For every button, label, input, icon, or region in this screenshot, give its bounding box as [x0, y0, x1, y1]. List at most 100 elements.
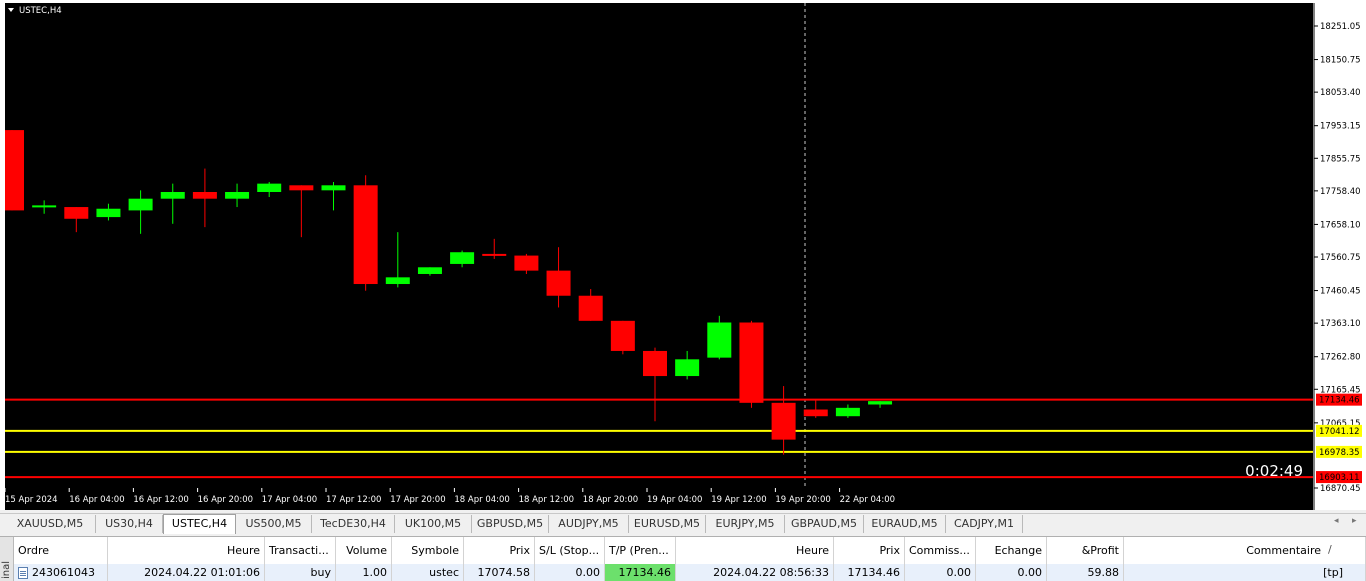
col-header-volume[interactable]: Volume — [336, 537, 392, 564]
chart-tab-xauusd-m5[interactable]: XAUUSD,M5 — [5, 515, 96, 533]
price-tick-label: 18150.75 — [1320, 56, 1361, 66]
price-tick-label: 18251.05 — [1320, 22, 1361, 32]
chart-tab-ustec-h4[interactable]: USTEC,H4 — [163, 514, 236, 534]
time-tick-label: 19 Apr 20:00 — [775, 495, 830, 505]
bear-candle — [514, 255, 539, 271]
time-tick-label: 17 Apr 04:00 — [262, 495, 317, 505]
price-tick-label: 17953.15 — [1320, 122, 1361, 132]
cell-symbole[interactable]: ustec — [392, 564, 464, 581]
price-tick-label: 17262.80 — [1320, 353, 1361, 363]
price-chart[interactable]: USTEC,H4 0:02:49 18251.05 18150.75 18053.40 1… — [0, 0, 1366, 510]
bear-candle — [289, 185, 314, 191]
col-header-transaction[interactable]: Transacti... — [265, 537, 336, 564]
price-tick-label: 18053.40 — [1320, 88, 1361, 98]
cell-ordre: 243061043 — [32, 566, 95, 579]
chart-symbol-label: USTEC,H4 — [19, 6, 62, 16]
col-header-prix-close[interactable]: Prix — [834, 537, 905, 564]
chart-window[interactable]: USTEC,H4 0:02:49 18251.05 18150.75 18053.40 1… — [0, 0, 1366, 510]
bull-candle — [32, 205, 57, 208]
chart-tab-gbpusd-m5[interactable]: GBPUSD,M5 — [472, 515, 549, 533]
price-tick-label: 16870.45 — [1320, 484, 1361, 494]
tabs-scroll-left-icon[interactable]: ◂ — [1334, 516, 1339, 526]
bear-candle — [482, 253, 507, 256]
bull-candle — [257, 183, 282, 192]
sort-indicator-icon: / — [1328, 543, 1332, 556]
time-tick-label: 19 Apr 04:00 — [647, 495, 702, 505]
bull-candle — [450, 252, 475, 264]
col-header-tp[interactable]: T/P (Pren... — [605, 537, 676, 564]
time-tick-label: 15 Apr 2024 — [5, 495, 58, 505]
cell-volume[interactable]: 1.00 — [336, 564, 392, 581]
chart-tabs-bar: XAUUSD,M5 US30,H4 USTEC,H4 US500,M5 TecDE30,… — [0, 513, 1366, 534]
price-level-tag-label: 16903.11 — [1319, 473, 1360, 483]
col-header-commission[interactable]: Commiss... — [905, 537, 976, 564]
time-tick-label: 17 Apr 12:00 — [326, 495, 381, 505]
bear-candle — [803, 409, 828, 417]
bull-candle — [868, 401, 893, 405]
cell-tp[interactable]: 17134.46 — [605, 564, 676, 581]
col-header-prix[interactable]: Prix — [464, 537, 535, 564]
bar-timer: 0:02:49 — [1245, 462, 1303, 480]
order-icon — [18, 567, 28, 579]
bull-candle — [385, 277, 410, 285]
cell-commentaire[interactable]: [tp] — [1124, 564, 1366, 581]
time-tick-label: 18 Apr 04:00 — [454, 495, 509, 505]
time-tick-label: 17 Apr 20:00 — [390, 495, 445, 505]
chart-tab-gbpaud-m5[interactable]: GBPAUD,M5 — [785, 515, 864, 533]
col-header-heure[interactable]: Heure — [108, 537, 265, 564]
chart-tab-eurjpy-m5[interactable]: EURJPY,M5 — [706, 515, 785, 533]
time-tick-label: 22 Apr 04:00 — [840, 495, 895, 505]
price-level-tag-label: 17041.12 — [1319, 427, 1360, 437]
col-header-heure-close[interactable]: Heure — [676, 537, 834, 564]
bull-candle — [128, 198, 153, 211]
cell-echange[interactable]: 0.00 — [976, 564, 1047, 581]
chart-tab-audjpy-m5[interactable]: AUDJPY,M5 — [549, 515, 629, 533]
price-level-tag-label: 16978.35 — [1319, 448, 1360, 458]
col-header-profit[interactable]: &Profit — [1047, 537, 1124, 564]
bull-candle — [96, 208, 121, 218]
cell-sl[interactable]: 0.00 — [535, 564, 605, 581]
chart-tab-euraud-m5[interactable]: EURAUD,M5 — [864, 515, 946, 533]
chart-tab-eurusd-m5[interactable]: EURUSD,M5 — [629, 515, 706, 533]
col-header-sl[interactable]: S/L (Stop... — [535, 537, 605, 564]
price-tick-label: 17658.10 — [1320, 220, 1361, 230]
price-level-tag-label: 17134.46 — [1319, 396, 1360, 406]
bear-candle — [192, 191, 217, 199]
cell-commission[interactable]: 0.00 — [905, 564, 976, 581]
price-tick-label: 17855.75 — [1320, 154, 1361, 164]
terminal-panel: inal Ordre Heure Transacti... Volume Sym… — [0, 536, 1366, 581]
bear-candle — [64, 207, 89, 219]
chart-plot-area[interactable] — [5, 3, 1313, 488]
bull-candle — [160, 191, 185, 199]
bear-candle — [546, 270, 571, 296]
time-tick-label: 16 Apr 12:00 — [133, 495, 188, 505]
bear-candle — [578, 295, 603, 321]
chart-tab-tecde30-h4[interactable]: TecDE30,H4 — [312, 515, 395, 533]
bull-candle — [417, 267, 442, 274]
cell-transaction[interactable]: buy — [265, 564, 336, 581]
col-header-symbole[interactable]: Symbole — [392, 537, 464, 564]
price-tick-label: 17460.45 — [1320, 287, 1361, 297]
time-tick-label: 18 Apr 20:00 — [583, 495, 638, 505]
chart-tab-us500-m5[interactable]: US500,M5 — [236, 515, 312, 533]
chart-tab-cadjpy-m1[interactable]: CADJPY,M1 — [946, 515, 1023, 533]
chart-tab-uk100-m5[interactable]: UK100,M5 — [395, 515, 472, 533]
chart-tab-us30-h4[interactable]: US30,H4 — [96, 515, 163, 533]
col-header-echange[interactable]: Echange — [976, 537, 1047, 564]
bull-candle — [835, 407, 860, 417]
cell-heure-close[interactable]: 2024.04.22 08:56:33 — [676, 564, 834, 581]
cell-prix[interactable]: 17074.58 — [464, 564, 535, 581]
cell-profit[interactable]: 59.88 — [1047, 564, 1124, 581]
cell-heure[interactable]: 2024.04.22 01:01:06 — [108, 564, 265, 581]
trade-row-ordre[interactable]: 243061043 — [14, 564, 108, 581]
cell-prix-close[interactable]: 17134.46 — [834, 564, 905, 581]
terminal-side-tab[interactable]: inal — [0, 537, 14, 581]
bull-candle — [225, 191, 250, 199]
bear-candle — [643, 350, 667, 377]
col-header-ordre[interactable]: Ordre — [14, 537, 108, 564]
tabs-scroll-right-icon[interactable]: ▸ — [1352, 516, 1357, 526]
bear-candle — [353, 185, 378, 285]
bear-candle — [610, 320, 635, 351]
bull-candle — [321, 185, 346, 191]
price-tick-label: 17758.40 — [1320, 187, 1361, 197]
